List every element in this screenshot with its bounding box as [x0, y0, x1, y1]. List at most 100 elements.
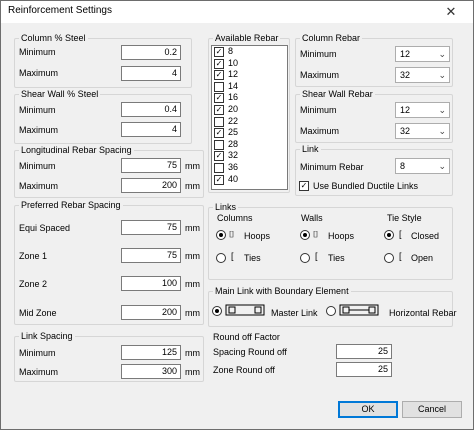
unit-label: mm: [185, 181, 200, 191]
columns-ties-label: Ties: [244, 253, 261, 263]
master-link-label: Master Link: [271, 308, 318, 318]
link-spacing-minimum-input[interactable]: 125: [121, 345, 181, 360]
walls-ties-radio[interactable]: [300, 253, 310, 263]
rebar-checkbox[interactable]: ✓: [214, 93, 224, 104]
rebar-checkbox[interactable]: ✓: [214, 174, 224, 185]
walls-hoops-radio[interactable]: [300, 230, 310, 240]
longitudinal-minimum-input[interactable]: 75: [121, 158, 181, 173]
group-title: Available Rebar: [213, 33, 281, 43]
equi-spaced-input[interactable]: 75: [121, 220, 181, 235]
rebar-list-item[interactable]: ✓ 8: [212, 46, 287, 58]
available-rebar-list[interactable]: ✓ 8 ✓ 10 ✓ 12 14 ✓ 16 ✓ 20 22 ✓ 25 28 ✓ 32 36 ✓ 40: [211, 45, 288, 190]
master-link-radio[interactable]: [212, 306, 222, 316]
rebar-list-item[interactable]: 14: [212, 81, 287, 93]
tie-open-radio[interactable]: [384, 253, 394, 263]
longitudinal-maximum-input[interactable]: 200: [121, 178, 181, 193]
walls-hoops-label: Hoops: [328, 231, 355, 241]
chevron-down-icon: ⌄: [438, 105, 446, 115]
rebar-list-item[interactable]: ✓ 20: [212, 104, 287, 116]
minimum-rebar-select[interactable]: 8 ⌄: [395, 158, 450, 174]
longitudinal-maximum-label: Maximum: [19, 181, 59, 191]
selected-value: 32: [400, 126, 411, 136]
zone-2-input[interactable]: 100: [121, 276, 181, 291]
horizontal-rebar-icon: [339, 303, 379, 319]
rebar-checkbox[interactable]: ✓: [214, 58, 224, 69]
tie-icon: [: [315, 251, 318, 261]
rebar-size-label: 12: [228, 69, 239, 80]
shear-wall-rebar-maximum-select[interactable]: 32 ⌄: [395, 123, 450, 139]
rebar-checkbox[interactable]: ✓: [214, 128, 224, 139]
shear-wall-steel-maximum-input[interactable]: 4: [121, 122, 181, 137]
group-title: Link Spacing: [19, 331, 75, 341]
columns-hoops-label: Hoops: [244, 231, 271, 241]
reinforcement-settings-dialog: Reinforcement Settings ✕ Column % Steel …: [0, 0, 474, 430]
columns-ties-radio[interactable]: [216, 253, 226, 263]
spacing-round-off-input[interactable]: 25: [336, 344, 392, 359]
window-title: Reinforcement Settings: [8, 5, 112, 16]
zone-round-off-label: Zone Round off: [213, 365, 275, 375]
rebar-checkbox[interactable]: ✓: [214, 104, 224, 115]
rebar-list-item[interactable]: ✓ 16: [212, 92, 287, 104]
selected-value: 32: [400, 70, 411, 80]
shear-wall-steel-minimum-label: Minimum: [19, 105, 56, 115]
unit-label: mm: [185, 367, 200, 377]
link-spacing-minimum-label: Minimum: [19, 348, 56, 358]
tie-open-label: Open: [411, 253, 434, 263]
rebar-checkbox[interactable]: [214, 162, 224, 173]
title-bar: Reinforcement Settings ✕: [1, 1, 473, 23]
chevron-down-icon: ⌄: [438, 126, 446, 136]
rebar-list-item[interactable]: ✓ 12: [212, 69, 287, 81]
mid-zone-input[interactable]: 200: [121, 305, 181, 320]
equi-spaced-label: Equi Spaced: [19, 223, 71, 233]
rebar-checkbox[interactable]: [214, 116, 224, 127]
shear-wall-steel-minimum-input[interactable]: 0.4: [121, 102, 181, 117]
zone-1-input[interactable]: 75: [121, 248, 181, 263]
rebar-checkbox[interactable]: [214, 81, 224, 92]
rebar-list-item[interactable]: ✓ 25: [212, 127, 287, 139]
zone-2-label: Zone 2: [19, 279, 48, 289]
rebar-list-item[interactable]: 22: [212, 116, 287, 128]
close-icon[interactable]: ✕: [429, 1, 473, 23]
rebar-list-item[interactable]: 36: [212, 162, 287, 174]
rebar-size-label: 10: [228, 57, 239, 68]
tie-icon: [: [231, 251, 234, 261]
column-steel-minimum-input[interactable]: 0.2: [121, 45, 181, 60]
selected-value: 8: [400, 161, 406, 171]
column-steel-minimum-label: Minimum: [19, 47, 56, 57]
column-steel-maximum-input[interactable]: 4: [121, 66, 181, 81]
rebar-list-item[interactable]: ✓ 32: [212, 150, 287, 162]
column-rebar-maximum-select[interactable]: 32 ⌄: [395, 67, 450, 83]
tie-closed-radio[interactable]: [384, 230, 394, 240]
hoop-icon: ⌷: [229, 229, 235, 239]
bundled-links-checkbox[interactable]: ✓: [299, 181, 309, 191]
rebar-checkbox[interactable]: ✓: [214, 70, 224, 81]
link-spacing-maximum-label: Maximum: [19, 367, 59, 377]
zone-1-label: Zone 1: [19, 251, 48, 261]
zone-round-off-input[interactable]: 25: [336, 362, 392, 377]
horizontal-rebar-radio[interactable]: [326, 306, 336, 316]
group-title: Link: [300, 144, 321, 154]
bundled-links-label: Use Bundled Ductile Links: [313, 181, 419, 191]
column-rebar-minimum-select[interactable]: 12 ⌄: [395, 46, 450, 62]
rebar-size-label: 14: [228, 80, 239, 91]
selected-value: 12: [400, 49, 411, 59]
rebar-list-item[interactable]: 28: [212, 139, 287, 151]
rebar-size-label: 8: [228, 46, 234, 56]
column-rebar-maximum-label: Maximum: [300, 70, 340, 80]
shear-wall-rebar-minimum-select[interactable]: 12 ⌄: [395, 102, 450, 118]
link-spacing-maximum-input[interactable]: 300: [121, 364, 181, 379]
round-off-title: Round off Factor: [213, 332, 280, 342]
rebar-checkbox[interactable]: [214, 139, 224, 150]
rebar-list-item[interactable]: ✓ 40: [212, 174, 287, 186]
tie-icon: [: [399, 251, 402, 261]
cancel-button[interactable]: Cancel: [402, 401, 462, 418]
columns-hoops-radio[interactable]: [216, 230, 226, 240]
rebar-checkbox[interactable]: ✓: [214, 47, 224, 57]
unit-label: mm: [185, 251, 200, 261]
rebar-list-item[interactable]: ✓ 10: [212, 58, 287, 70]
tie-closed-label: Closed: [411, 231, 440, 241]
rebar-checkbox[interactable]: ✓: [214, 151, 224, 162]
walls-title: Walls: [301, 213, 323, 223]
ok-button[interactable]: OK: [338, 401, 398, 418]
unit-label: mm: [185, 279, 200, 289]
